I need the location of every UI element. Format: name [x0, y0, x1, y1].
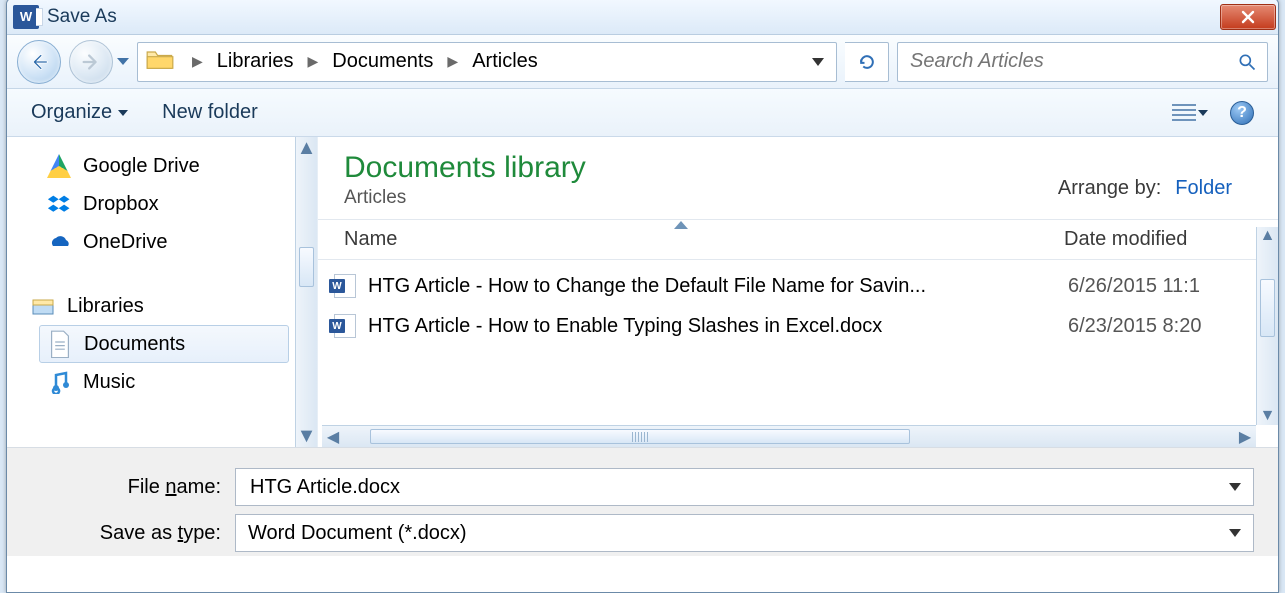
nav-item-libraries[interactable]: Libraries — [31, 287, 317, 325]
nav-label: Documents — [84, 333, 185, 356]
nav-label: Libraries — [67, 295, 144, 318]
scroll-up-icon[interactable]: ▲ — [1257, 227, 1278, 245]
address-bar[interactable]: ▶ Libraries ▶ Documents ▶ Articles — [137, 42, 837, 82]
nav-item-dropbox[interactable]: Dropbox — [47, 185, 317, 223]
navigation-pane: Google Drive Dropbox OneDrive Libraries — [7, 137, 317, 447]
docx-icon — [334, 274, 356, 298]
nav-item-google-drive[interactable]: Google Drive — [47, 147, 317, 185]
dropdown-icon — [118, 110, 128, 116]
crumb-sep-icon: ▶ — [192, 53, 203, 70]
save-as-dialog: W Save As ▶ Libraries ▶ Documents ▶ Arti… — [6, 0, 1279, 593]
sort-asc-icon — [674, 221, 688, 229]
arrange-by-value: Folder — [1175, 177, 1232, 200]
filename-field[interactable] — [235, 468, 1254, 506]
forward-arrow-icon — [80, 51, 102, 73]
savetype-label: Save as type: — [31, 522, 221, 545]
close-button[interactable] — [1220, 4, 1276, 30]
scroll-up-icon[interactable]: ▲ — [296, 137, 317, 159]
filename-dropdown[interactable] — [1229, 483, 1241, 491]
savetype-dropdown[interactable] — [1229, 529, 1241, 537]
search-icon — [1237, 52, 1257, 72]
file-name: HTG Article - How to Change the Default … — [368, 275, 1056, 298]
dropdown-icon — [1198, 110, 1208, 116]
nav-label: Dropbox — [83, 193, 159, 216]
libraries-icon — [31, 294, 55, 318]
arrange-by: Arrange by: Folder — [1058, 177, 1238, 200]
refresh-icon — [857, 52, 877, 72]
file-name: HTG Article - How to Enable Typing Slash… — [368, 315, 1056, 338]
view-options-button[interactable] — [1172, 104, 1208, 122]
crumb-articles[interactable]: Articles — [468, 50, 542, 73]
explorer-body: Google Drive Dropbox OneDrive Libraries — [7, 137, 1278, 447]
nav-item-music[interactable]: Music — [47, 363, 317, 401]
scroll-right-icon[interactable]: ▶ — [1234, 426, 1256, 447]
crumb-sep-icon: ▶ — [447, 53, 458, 70]
column-date-modified[interactable]: Date modified — [1064, 228, 1252, 251]
nav-item-documents[interactable]: Documents — [39, 325, 289, 363]
docx-icon — [334, 314, 356, 338]
organize-label: Organize — [31, 101, 112, 124]
savetype-row: Save as type: Word Document (*.docx) — [31, 510, 1254, 556]
nav-label: Google Drive — [83, 155, 200, 178]
file-row[interactable]: HTG Article - How to Enable Typing Slash… — [334, 306, 1268, 346]
new-folder-button[interactable]: New folder — [162, 101, 258, 124]
nav-item-onedrive[interactable]: OneDrive — [47, 223, 317, 261]
scroll-thumb[interactable] — [370, 429, 910, 444]
music-icon — [47, 370, 71, 394]
arrange-by-label: Arrange by: — [1058, 177, 1161, 200]
save-form: File name: Save as type: Word Document (… — [7, 447, 1278, 556]
title-bar: W Save As — [7, 0, 1278, 35]
grip-icon — [632, 432, 648, 442]
filename-input[interactable] — [248, 475, 1229, 500]
filename-label: File name: — [31, 476, 221, 499]
crumb-libraries[interactable]: Libraries — [213, 50, 298, 73]
crumb-sep-icon: ▶ — [307, 53, 318, 70]
nav-label: OneDrive — [83, 231, 167, 254]
folder-icon — [146, 47, 174, 77]
column-name[interactable]: Name — [344, 228, 1064, 251]
savetype-field[interactable]: Word Document (*.docx) — [235, 514, 1254, 552]
file-rows: HTG Article - How to Change the Default … — [318, 260, 1278, 346]
filename-row: File name: — [31, 464, 1254, 510]
navpane-scrollbar[interactable]: ▲ ▼ — [295, 137, 317, 447]
crumb-documents[interactable]: Documents — [328, 50, 437, 73]
column-name-label: Name — [344, 228, 397, 250]
nav-label: Music — [83, 371, 135, 394]
arrange-by-button[interactable]: Folder — [1175, 177, 1238, 200]
recent-locations-button[interactable] — [117, 58, 129, 65]
search-input[interactable] — [908, 49, 1237, 74]
file-list-pane: Documents library Articles Arrange by: F… — [317, 137, 1278, 447]
savetype-value: Word Document (*.docx) — [248, 522, 1229, 545]
close-icon — [1240, 9, 1256, 25]
scroll-down-icon[interactable]: ▼ — [1257, 407, 1278, 425]
back-arrow-icon — [28, 51, 50, 73]
scroll-thumb[interactable] — [1260, 279, 1275, 337]
documents-icon — [48, 332, 72, 356]
organize-button[interactable]: Organize — [31, 101, 128, 124]
toolbar: Organize New folder ? — [7, 89, 1278, 137]
search-box[interactable] — [897, 42, 1268, 82]
column-headers: Name Date modified — [318, 219, 1278, 260]
content-vscrollbar[interactable]: ▲ ▼ — [1256, 227, 1278, 425]
onedrive-icon — [47, 230, 71, 254]
file-row[interactable]: HTG Article - How to Change the Default … — [334, 266, 1268, 306]
help-button[interactable]: ? — [1230, 101, 1254, 125]
refresh-button[interactable] — [845, 42, 889, 82]
google-drive-icon — [47, 154, 71, 178]
forward-button[interactable] — [69, 40, 113, 84]
file-date: 6/26/2015 11:1 — [1068, 275, 1200, 298]
view-icon — [1172, 104, 1196, 122]
content-hscrollbar[interactable]: ◀ ▶ — [322, 425, 1256, 447]
scroll-left-icon[interactable]: ◀ — [322, 426, 344, 447]
scroll-thumb[interactable] — [299, 247, 314, 287]
address-history-dropdown[interactable] — [812, 58, 824, 66]
window-title: Save As — [47, 6, 117, 28]
dropbox-icon — [47, 192, 71, 216]
nav-bar: ▶ Libraries ▶ Documents ▶ Articles — [7, 35, 1278, 89]
scroll-down-icon[interactable]: ▼ — [296, 425, 317, 447]
file-date: 6/23/2015 8:20 — [1068, 315, 1201, 338]
new-folder-label: New folder — [162, 101, 258, 124]
back-button[interactable] — [17, 40, 61, 84]
word-icon: W — [13, 5, 39, 29]
